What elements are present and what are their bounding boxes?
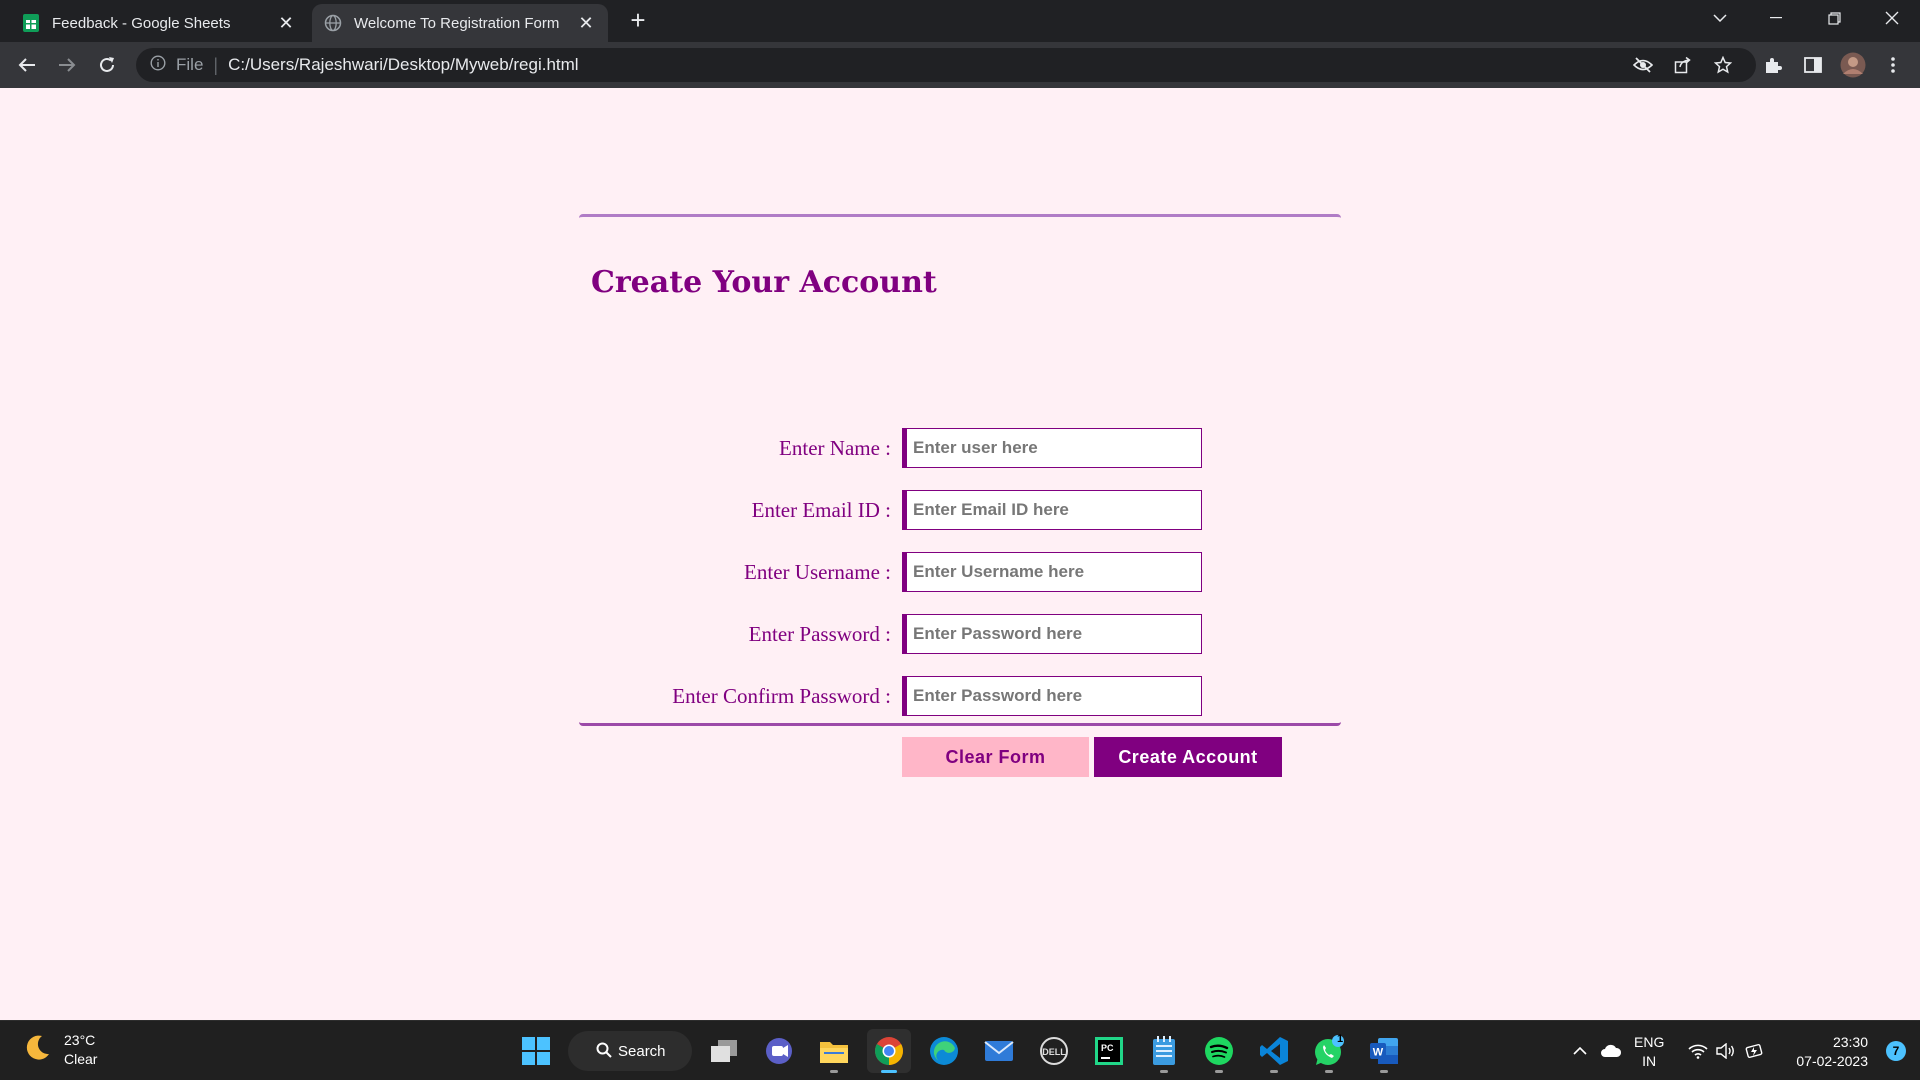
battery-charging-icon[interactable] xyxy=(1741,1021,1767,1080)
clock-time: 23:30 xyxy=(1832,1034,1868,1050)
email-label: Enter Email ID : xyxy=(751,498,891,522)
search-icon xyxy=(596,1042,612,1062)
language-indicator[interactable]: ENG IN xyxy=(1634,1033,1664,1071)
vscode-icon[interactable] xyxy=(1252,1029,1296,1073)
spotify-icon[interactable] xyxy=(1197,1029,1241,1073)
whatsapp-badge: 1 xyxy=(1337,1033,1344,1045)
page-viewport: Create Your Account Enter Name : Enter E… xyxy=(0,88,1920,1020)
wifi-icon[interactable] xyxy=(1685,1021,1711,1080)
close-window-icon[interactable] xyxy=(1864,0,1920,36)
clock-date: 07-02-2023 xyxy=(1796,1053,1868,1069)
username-row: Enter Username : xyxy=(579,552,1341,592)
name-label: Enter Name : xyxy=(779,436,891,460)
tab-close-icon[interactable]: ✕ xyxy=(576,13,596,34)
tab-search-icon[interactable] xyxy=(1692,0,1748,36)
confirm-password-label: Enter Confirm Password : xyxy=(672,684,891,708)
button-row: Clear Form Create Account xyxy=(579,737,1341,777)
volume-icon[interactable] xyxy=(1713,1021,1739,1080)
svg-text:PC: PC xyxy=(1101,1043,1114,1053)
tab-title: Feedback - Google Sheets xyxy=(52,14,231,32)
name-row: Enter Name : xyxy=(579,428,1341,468)
clear-form-button[interactable]: Clear Form xyxy=(902,737,1089,777)
confirm-password-input[interactable] xyxy=(902,676,1202,716)
mail-icon[interactable] xyxy=(977,1029,1021,1073)
tab-google-sheets[interactable]: Feedback - Google Sheets ✕ xyxy=(10,4,308,42)
taskbar-search[interactable]: Search xyxy=(568,1031,692,1071)
confirm-password-row: Enter Confirm Password : xyxy=(579,676,1341,716)
svg-text:DELL: DELL xyxy=(1042,1047,1066,1057)
teams-chat-icon[interactable] xyxy=(757,1029,801,1073)
username-input[interactable] xyxy=(902,552,1202,592)
password-input[interactable] xyxy=(902,614,1202,654)
email-input[interactable] xyxy=(902,490,1202,530)
file-explorer-icon[interactable] xyxy=(812,1029,856,1073)
share-icon[interactable] xyxy=(1668,50,1698,80)
reload-icon[interactable] xyxy=(92,50,122,80)
username-label: Enter Username : xyxy=(744,560,891,584)
password-row: Enter Password : xyxy=(579,614,1341,654)
address-bar[interactable]: File | C:/Users/Rajeshwari/Desktop/Myweb… xyxy=(136,48,1756,82)
address-separator: | xyxy=(213,54,219,75)
language-line1: ENG xyxy=(1634,1034,1665,1050)
onedrive-cloud-icon[interactable] xyxy=(1596,1021,1626,1080)
notepad-icon[interactable] xyxy=(1142,1029,1186,1073)
extensions-puzzle-icon[interactable] xyxy=(1758,50,1788,80)
windows-taskbar: 23°C Clear Search DELL PC 1 W ENG IN 23:… xyxy=(0,1020,1920,1080)
bookmark-star-icon[interactable] xyxy=(1708,50,1738,80)
browser-tabstrip: Feedback - Google Sheets ✕ Welcome To Re… xyxy=(0,0,1920,42)
search-label: Search xyxy=(618,1042,666,1060)
language-line2: IN xyxy=(1642,1053,1657,1069)
svg-text:W: W xyxy=(1373,1047,1384,1059)
password-label: Enter Password : xyxy=(748,622,891,646)
google-sheets-icon xyxy=(22,14,40,32)
system-clock[interactable]: 23:30 07-02-2023 xyxy=(1796,1033,1868,1071)
weather-widget[interactable]: 23°C Clear xyxy=(22,1031,97,1069)
browser-toolbar: File | C:/Users/Rajeshwari/Desktop/Myweb… xyxy=(0,42,1920,88)
side-panel-icon[interactable] xyxy=(1798,50,1828,80)
forward-arrow-icon[interactable] xyxy=(52,50,82,80)
pycharm-icon[interactable]: PC xyxy=(1087,1029,1131,1073)
restore-icon[interactable] xyxy=(1806,0,1862,36)
scheme-label: File xyxy=(176,55,204,74)
tab-title: Welcome To Registration Form xyxy=(354,14,560,32)
dell-icon[interactable]: DELL xyxy=(1032,1029,1076,1073)
whatsapp-icon[interactable]: 1 xyxy=(1307,1029,1351,1073)
chrome-icon[interactable] xyxy=(867,1029,911,1073)
eye-off-icon[interactable] xyxy=(1628,50,1658,80)
word-icon[interactable]: W xyxy=(1362,1029,1406,1073)
chevron-up-icon[interactable] xyxy=(1566,1021,1594,1080)
info-icon[interactable] xyxy=(150,54,166,76)
url-text[interactable]: C:/Users/Rajeshwari/Desktop/Myweb/regi.h… xyxy=(228,55,579,75)
task-view-icon[interactable] xyxy=(702,1029,746,1073)
back-arrow-icon[interactable] xyxy=(12,50,42,80)
weather-temp: 23°C xyxy=(64,1032,96,1048)
edge-icon[interactable] xyxy=(922,1029,966,1073)
name-input[interactable] xyxy=(902,428,1202,468)
registration-form: Create Your Account Enter Name : Enter E… xyxy=(579,214,1341,777)
create-account-button[interactable]: Create Account xyxy=(1094,737,1282,777)
new-tab-button[interactable]: + xyxy=(624,6,652,34)
globe-icon xyxy=(324,14,342,32)
tab-registration-form[interactable]: Welcome To Registration Form ✕ xyxy=(312,4,608,42)
tab-close-icon[interactable]: ✕ xyxy=(276,13,296,34)
form-title: Create Your Account xyxy=(591,265,937,300)
profile-avatar[interactable] xyxy=(1838,50,1868,80)
start-windows-icon[interactable] xyxy=(514,1029,558,1073)
notification-count-badge[interactable]: 7 xyxy=(1886,1041,1906,1061)
email-row: Enter Email ID : xyxy=(579,490,1341,530)
moon-icon xyxy=(22,1033,52,1068)
minimize-icon[interactable] xyxy=(1748,0,1804,36)
more-menu-icon[interactable] xyxy=(1878,50,1908,80)
weather-condition: Clear xyxy=(64,1051,98,1067)
